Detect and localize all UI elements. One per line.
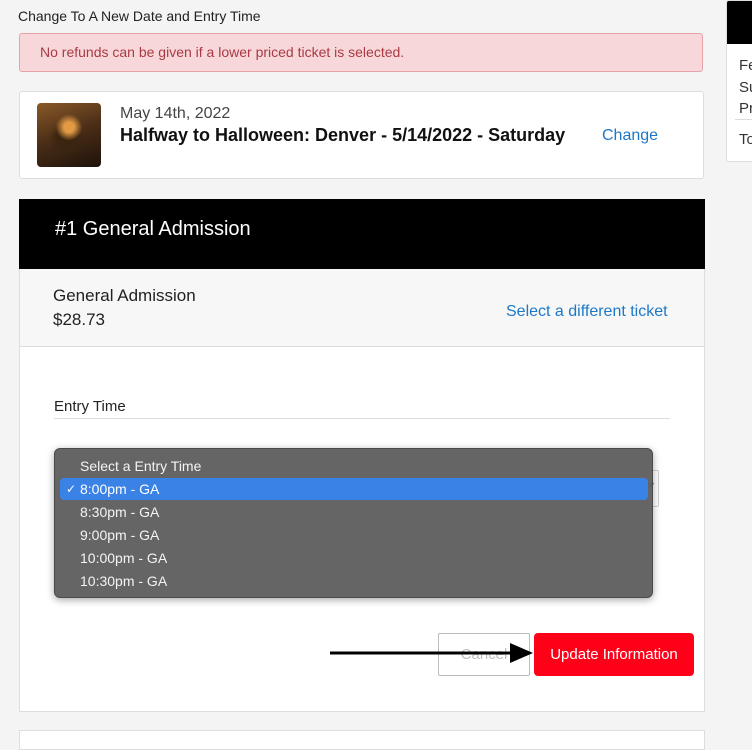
checkmark-icon: ✓	[66, 482, 77, 496]
change-event-link[interactable]: Change	[602, 127, 658, 145]
page-subtitle: Change To A New Date and Entry Time	[18, 8, 261, 24]
select-different-ticket-link[interactable]: Select a different ticket	[506, 303, 668, 321]
ticket-price: $28.73	[53, 310, 105, 329]
pointer-arrow-icon	[330, 643, 533, 663]
event-card: May 14th, 2022 Halfway to Halloween: Den…	[19, 91, 704, 179]
order-summary-header	[727, 1, 752, 44]
summary-line: To	[739, 131, 752, 148]
order-summary-panel: Fe Su Pr To	[726, 0, 752, 162]
entry-time-option-label: 8:00pm - GA	[80, 481, 160, 497]
entry-time-option[interactable]: 9:00pm - GA	[60, 524, 648, 546]
entry-time-option-selected[interactable]: ✓ 8:00pm - GA	[60, 478, 648, 500]
entry-time-label: Entry Time	[54, 398, 126, 415]
event-date: May 14th, 2022	[120, 105, 231, 122]
entry-time-option[interactable]: 10:00pm - GA	[60, 547, 648, 569]
entry-time-option[interactable]: 10:30pm - GA	[60, 570, 648, 592]
entry-time-option[interactable]: 8:30pm - GA	[60, 501, 648, 523]
ticket-summary: General Admission $28.73 Select a differ…	[20, 269, 704, 347]
divider	[735, 119, 752, 120]
ticket-header: #1 General Admission	[19, 199, 705, 269]
summary-line: Fe	[739, 57, 752, 74]
next-section-card	[19, 730, 705, 750]
divider	[54, 418, 670, 419]
event-thumbnail-image	[37, 103, 101, 167]
summary-line: Pr	[739, 100, 752, 117]
ticket-name: General Admission	[53, 286, 196, 305]
summary-line: Su	[739, 79, 752, 96]
event-title: Halfway to Halloween: Denver - 5/14/2022…	[120, 125, 566, 145]
update-information-button[interactable]: Update Information	[534, 633, 694, 676]
refund-alert: No refunds can be given if a lower price…	[19, 33, 703, 72]
entry-time-option-placeholder[interactable]: Select a Entry Time	[60, 455, 648, 477]
entry-time-dropdown[interactable]: Select a Entry Time ✓ 8:00pm - GA 8:30pm…	[54, 448, 653, 598]
